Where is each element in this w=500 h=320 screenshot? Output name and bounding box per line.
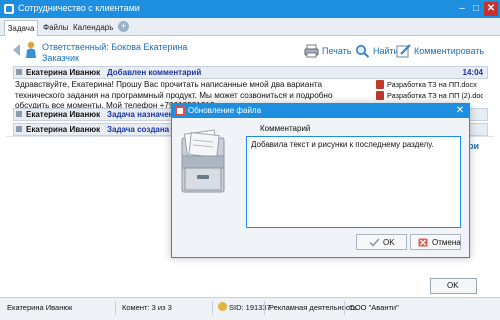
dialog-title: Обновление файла <box>188 106 262 115</box>
status-company: ООО "Аванти" <box>349 303 399 312</box>
status-divider <box>264 301 265 315</box>
document-icon <box>376 80 384 89</box>
row-author: Екатерина Иванюк <box>26 68 101 77</box>
tab-task[interactable]: Задача <box>4 20 38 36</box>
tab-calendar[interactable]: Календарь <box>70 20 116 35</box>
row-author: Екатерина Иванюк <box>26 110 101 119</box>
file-cabinet-icon <box>181 129 225 193</box>
maximize-button[interactable]: □ <box>469 2 483 16</box>
close-button[interactable]: ✕ <box>484 2 498 16</box>
status-user: Екатерина Иванюк <box>7 303 73 312</box>
dialog-titlebar[interactable]: Обновление файла ✕ <box>172 104 469 118</box>
row-marker-icon <box>16 111 22 117</box>
status-divider <box>344 301 345 315</box>
dialog-ok-button[interactable]: OK <box>356 234 407 250</box>
dialog-cancel-label: Отмена <box>432 238 461 247</box>
document-icon <box>376 91 384 100</box>
update-file-dialog: Обновление файла ✕ Комментарий Добавила … <box>171 103 470 258</box>
window-title: Сотрудничество с клиентами <box>18 3 140 13</box>
row-author: Екатерина Иванюк <box>26 125 101 134</box>
add-tab-icon[interactable]: + <box>118 21 129 32</box>
role-label: Заказчик <box>42 53 79 63</box>
attachment-name: Разработка ТЗ на ПП (2).docx <box>387 91 483 100</box>
print-label: Печать <box>322 46 352 56</box>
check-icon <box>369 238 380 247</box>
attachment-link[interactable]: Разработка ТЗ на ПП.docx <box>376 79 483 90</box>
main-ok-button[interactable]: OK <box>430 278 477 294</box>
window-titlebar[interactable]: Сотрудничество с клиентами – □ ✕ <box>0 0 500 18</box>
attachment-name: Разработка ТЗ на ПП.docx <box>387 80 477 89</box>
responsible-label: Ответственный: Бокова Екатерина <box>42 42 188 52</box>
comment-label: Комментировать <box>414 46 485 56</box>
status-divider <box>115 301 116 315</box>
row-marker-icon <box>16 126 22 132</box>
status-divider <box>212 301 213 315</box>
row-time: 14:04 <box>462 68 483 77</box>
print-button[interactable]: Печать <box>304 44 352 58</box>
dialog-ok-label: OK <box>383 238 395 247</box>
cancel-icon <box>418 238 428 247</box>
row-marker-icon <box>16 69 22 75</box>
minimize-button[interactable]: – <box>455 2 469 16</box>
find-label: Найти <box>373 46 399 56</box>
tab-strip: Задача Файлы Календарь + <box>0 18 500 36</box>
row-event: Задача создана к <box>107 125 176 134</box>
row-event: Добавлен комментарий <box>107 68 202 77</box>
search-icon <box>356 45 370 58</box>
comment-field-label: Комментарий <box>260 124 311 133</box>
row-event: Задача назначен <box>107 110 174 119</box>
status-comment-count: Комент: 3 из 3 <box>122 303 172 312</box>
main-ok-label: OK <box>447 281 459 290</box>
person-icon <box>26 41 36 58</box>
tab-files[interactable]: Файлы <box>40 20 71 35</box>
comment-textarea[interactable]: Добавила текст и рисунки к последнему ра… <box>246 136 461 228</box>
dialog-cancel-button[interactable]: Отмена <box>410 234 461 250</box>
dialog-close-button[interactable]: ✕ <box>451 104 469 118</box>
printer-icon <box>304 44 319 58</box>
comment-button[interactable]: Комментировать <box>396 44 486 58</box>
sid-icon <box>218 302 227 311</box>
status-bar: Екатерина Иванюк Комент: 3 из 3 SID: 191… <box>0 297 500 320</box>
back-arrow-icon[interactable] <box>13 44 20 56</box>
find-button[interactable]: Найти <box>355 44 399 58</box>
attachment-link[interactable]: Разработка ТЗ на ПП (2).docx <box>376 90 483 101</box>
dialog-app-icon <box>175 106 185 116</box>
edit-comment-icon <box>396 44 411 58</box>
feed-row[interactable]: Екатерина Иванюк Добавлен комментарий 14… <box>13 66 488 79</box>
app-icon <box>4 4 14 14</box>
